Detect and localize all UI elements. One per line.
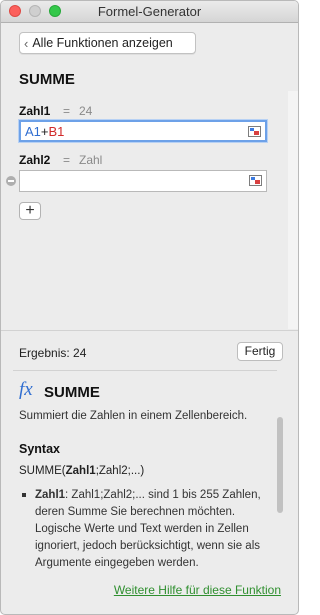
divider — [1, 330, 298, 331]
range-select-icon[interactable] — [249, 175, 262, 186]
arg2-value: Zahl — [79, 153, 103, 167]
arguments-scroll-track[interactable] — [288, 91, 298, 329]
syntax-line: SUMME(Zahl1;Zahl2;...) — [19, 465, 144, 477]
range-select-icon[interactable] — [248, 126, 261, 137]
syntax-bold-arg: Zahl1 — [65, 465, 96, 477]
syntax-heading: Syntax — [19, 442, 60, 456]
help-scrollbar[interactable] — [277, 417, 285, 571]
help-scroll-thumb[interactable] — [277, 417, 283, 513]
more-help-link[interactable]: Weitere Hilfe für diese Funktion — [114, 583, 281, 597]
divider — [13, 370, 277, 371]
help-description: Summiert die Zahlen in einem Zellenberei… — [19, 410, 248, 422]
show-all-functions-button[interactable]: ‹ Alle Funktionen anzeigen — [19, 32, 196, 54]
arg1-operator: + — [40, 123, 49, 139]
result-label: Ergebnis: 24 — [19, 346, 87, 360]
arg1-input[interactable]: A1 + B1 — [19, 120, 267, 142]
show-all-functions-label: Alle Funktionen anzeigen — [32, 36, 173, 50]
fx-icon: fx — [19, 379, 33, 400]
remove-argument-icon[interactable] — [6, 176, 16, 186]
bullet-text: : Zahl1;Zahl2;... sind 1 bis 255 Zahlen,… — [35, 489, 261, 569]
function-help-panel: fx SUMME Summiert die Zahlen in einem Ze… — [13, 375, 277, 571]
syntax-suffix: ;Zahl2;...) — [95, 465, 145, 477]
done-button[interactable]: Fertig — [237, 342, 283, 361]
arg2-input[interactable] — [19, 170, 267, 192]
add-argument-button[interactable]: + — [19, 202, 41, 220]
arg1-ref-a: A1 — [25, 123, 41, 139]
help-function-title: SUMME — [44, 384, 100, 401]
chevron-left-icon: ‹ — [24, 35, 29, 51]
arg1-value: 24 — [79, 104, 93, 118]
arg1-ref-b: B1 — [48, 123, 65, 139]
arg1-equals: = — [63, 104, 71, 118]
arg2-label: Zahl2 — [19, 153, 51, 167]
function-name: SUMME — [19, 71, 75, 88]
title-bar[interactable]: Formel-Generator — [1, 1, 298, 23]
arg2-equals: = — [63, 153, 71, 167]
syntax-prefix: SUMME( — [19, 465, 66, 477]
window-title: Formel-Generator — [97, 4, 202, 19]
bullet-arg-name: Zahl1 — [35, 489, 66, 501]
arg1-label: Zahl1 — [19, 104, 51, 118]
formula-builder-window: Formel-Generator ‹ Alle Funktionen anzei… — [0, 0, 299, 615]
argument-description: Zahl1: Zahl1;Zahl2;... sind 1 bis 255 Za… — [19, 487, 269, 571]
